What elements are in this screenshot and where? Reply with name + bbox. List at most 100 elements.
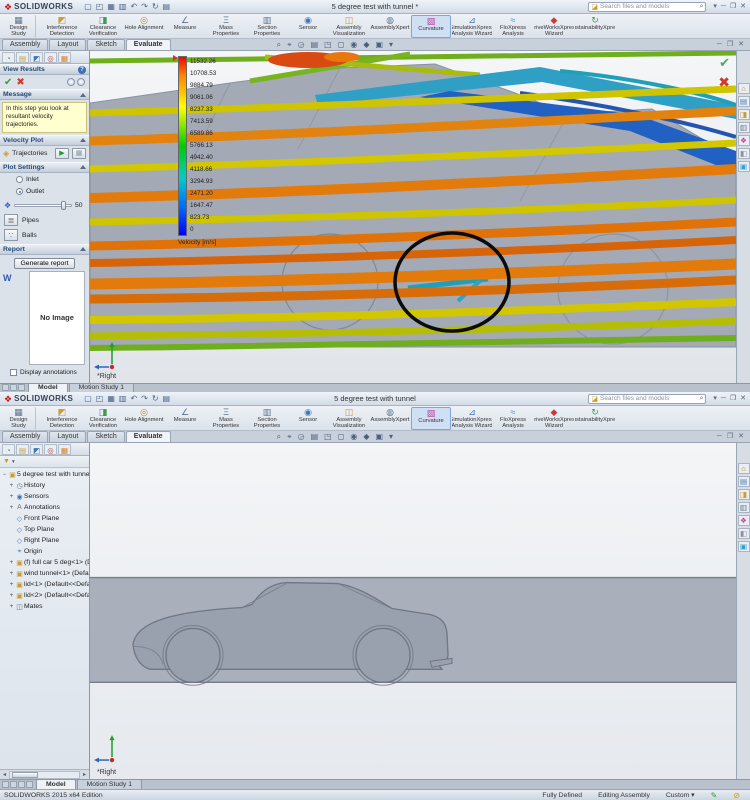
scroll-left-button[interactable]: ◂	[0, 771, 9, 778]
tree-filter-row[interactable]: ▼ ▾	[0, 456, 89, 468]
ribbon-button[interactable]: ΞMass Properties	[206, 15, 246, 38]
ribbon-button[interactable]: ▦Design Study	[2, 407, 36, 430]
tab-sketch[interactable]: Sketch	[87, 39, 124, 50]
plot-settings-header[interactable]: Plot Settings	[0, 162, 89, 173]
panel-tab-icon[interactable]: ▦	[58, 52, 71, 63]
titlebar-top[interactable]: ❖ SOLIDWORKS ▢◰▦▥↶↷↻▤ 5 degree test with…	[0, 0, 750, 14]
ribbon-button[interactable]: ▦Design Study	[2, 15, 36, 38]
tree-item[interactable]: −▣5 degree test with tunnel (Default<Di	[0, 469, 89, 480]
ribbon-button[interactable]: ◆DriveWorksXpress Wizard	[534, 407, 574, 430]
display-annotations-checkbox[interactable]	[10, 369, 17, 376]
view-tool-icon[interactable]: ◶	[298, 431, 305, 442]
view-tool-icon[interactable]: ◻	[338, 39, 345, 50]
search-icon[interactable]: ⌕	[699, 395, 703, 403]
tree-item[interactable]: +▣lid<1> (Default<<Default>_Displa	[0, 579, 89, 590]
search-input[interactable]: Search files and models	[600, 3, 697, 10]
confirm-cancel-button[interactable]: ✖	[718, 74, 730, 91]
ribbon-button[interactable]: ◩Interference Detection	[42, 15, 82, 38]
view-tool-icon[interactable]: ◻	[338, 431, 345, 442]
velocity-plot-header[interactable]: Velocity Plot	[0, 135, 89, 146]
view-tool-icon[interactable]: ◉	[350, 39, 357, 50]
pm-round-button[interactable]	[77, 78, 85, 86]
ribbon-button[interactable]: ◆DriveWorksXpress Wizard	[534, 15, 574, 38]
slider-track[interactable]	[14, 204, 72, 207]
inlet-radio[interactable]	[16, 176, 23, 183]
window-control-button[interactable]: ❐	[730, 394, 736, 404]
task-pane-tab-icon[interactable]: ❖	[738, 515, 750, 526]
view-tool-icon[interactable]: ▤	[311, 431, 319, 442]
generate-report-button[interactable]: Generate report	[14, 258, 76, 269]
panel-tab-icon[interactable]: ◩	[30, 444, 43, 455]
view-tool-icon[interactable]: ▤	[311, 39, 319, 50]
ribbon-button[interactable]: ▥Section Properties	[247, 407, 287, 430]
view-tool-icon[interactable]: ◆	[363, 39, 369, 50]
play-button[interactable]: ▶	[55, 148, 69, 159]
scroll-right-button[interactable]: ▸	[80, 771, 89, 778]
balls-button[interactable]: ∵	[4, 229, 18, 241]
panel-tab-icon[interactable]: ◎	[44, 52, 57, 63]
tree-item[interactable]: ◇Front Plane	[0, 513, 89, 524]
tree-expand-icon[interactable]: +	[8, 582, 15, 588]
tab-scroll-button[interactable]	[10, 781, 17, 788]
quick-access-icon[interactable]: ↷	[141, 2, 148, 12]
scrollbar-track[interactable]	[9, 771, 80, 779]
ribbon-button[interactable]: ◍AssemblyXpert	[370, 407, 410, 430]
view-tool-icon[interactable]: ⌕	[277, 39, 281, 50]
window-control-button[interactable]: ❐	[730, 2, 736, 12]
task-pane-tab-icon[interactable]: ❖	[738, 135, 750, 146]
ribbon-button[interactable]: ◎Hole Alignment	[124, 407, 164, 430]
tree-expand-icon[interactable]: +	[8, 494, 15, 500]
confirm-ok-button[interactable]: ✔	[719, 55, 730, 70]
tree-item[interactable]: +◷History	[0, 480, 89, 491]
window-control-button[interactable]: ✕	[740, 394, 746, 404]
task-pane-tab-icon[interactable]: ▤	[738, 476, 750, 487]
quick-access-icon[interactable]: ▢	[84, 394, 92, 404]
view-tool-icon[interactable]: ▾	[389, 39, 393, 50]
quick-access-icon[interactable]: ↷	[141, 394, 148, 404]
filter-dropdown-icon[interactable]: ▾	[12, 459, 15, 465]
view-tool-icon[interactable]: ▾	[389, 431, 393, 442]
tab-scroll-button[interactable]	[18, 384, 25, 391]
ribbon-button[interactable]: ◎Hole Alignment	[124, 15, 164, 38]
pm-round-button[interactable]	[67, 78, 75, 86]
tree-item[interactable]: +AAnnotations	[0, 502, 89, 513]
quick-access-icon[interactable]: ▥	[119, 394, 127, 404]
tab-scroll-button[interactable]	[10, 384, 17, 391]
status-help-icon[interactable]: ⊘	[733, 791, 740, 800]
window-control-button[interactable]: ✕	[740, 2, 746, 12]
model-tab[interactable]: Model	[36, 779, 76, 789]
ribbon-button[interactable]: ∠Measure	[165, 15, 205, 38]
tab-assembly[interactable]: Assembly	[2, 431, 48, 442]
window-control-button[interactable]: ─	[721, 394, 726, 404]
view-tool-icon[interactable]: ◳	[324, 39, 332, 50]
document-window-button[interactable]: ─	[717, 432, 722, 442]
tree-expand-icon[interactable]: +	[8, 571, 15, 577]
report-header[interactable]: Report	[0, 244, 89, 255]
ribbon-button[interactable]: ≈FloXpress Analysis Wizard	[493, 15, 533, 38]
ribbon-button[interactable]: ⊿SimulationXpress Analysis Wizard	[452, 15, 492, 38]
tab-layout[interactable]: Layout	[49, 431, 86, 442]
task-pane-tab-icon[interactable]: ▥	[738, 122, 750, 133]
display-annotations-row[interactable]: Display annotations	[2, 367, 87, 378]
ribbon-button[interactable]: ↻SustainabilityXpress	[575, 407, 615, 430]
tree-item[interactable]: +▣(f) full car 5 deg<1> (Default<Disp	[0, 557, 89, 568]
document-window-button[interactable]: ❐	[727, 432, 733, 442]
ribbon-button[interactable]: ◉Sensor	[288, 15, 328, 38]
task-pane-tab-icon[interactable]: ▣	[738, 161, 750, 172]
panel-tab-icon[interactable]: ▤	[16, 52, 29, 63]
tree-expand-icon[interactable]: +	[8, 593, 15, 599]
motion-study-tab[interactable]: Motion Study 1	[77, 779, 142, 789]
window-control-button[interactable]: ▾	[713, 394, 717, 404]
tree-expand-icon[interactable]: +	[8, 604, 15, 610]
view-tool-icon[interactable]: ▣	[375, 39, 383, 50]
document-window-button[interactable]: ❐	[727, 40, 733, 50]
ribbon-button[interactable]: ▥Section Properties	[247, 15, 287, 38]
view-tool-icon[interactable]: ▣	[375, 431, 383, 442]
ribbon-button[interactable]: ◩Interference Detection	[42, 407, 82, 430]
ribbon-button[interactable]: ◨Clearance Verification	[83, 15, 123, 38]
quick-access-icon[interactable]: ▤	[163, 2, 171, 12]
ribbon-button[interactable]: ▧Curvature	[411, 15, 451, 38]
window-control-button[interactable]: ─	[721, 2, 726, 12]
ribbon-button[interactable]: ◨Clearance Verification	[83, 407, 123, 430]
tree-expand-icon[interactable]: −	[1, 472, 8, 478]
